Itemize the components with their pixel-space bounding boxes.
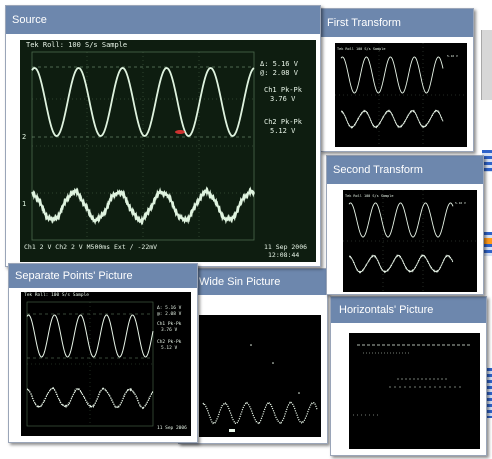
- first-transform-waveform: Tek Roll 100 S/s Sample 5.16 V: [335, 43, 467, 147]
- second-transform-waveform: Tek Roll 100 S/s Sample 5.16 V: [343, 190, 477, 292]
- scope-image: Tek Roll 100 S/s Sample 5.16 V: [343, 190, 477, 292]
- wide-sin-waveform: [202, 344, 318, 432]
- scope-readout: 3.76 V: [270, 95, 296, 103]
- window-wide-sin[interactable]: Wide Sin Picture: [178, 268, 328, 444]
- window-title[interactable]: First Transform: [321, 9, 473, 37]
- scope-footer: Ch1 2 V Ch2 2 V M500ms Ext ∕ -22mV: [24, 243, 158, 251]
- svg-text:5.16 V: 5.16 V: [447, 54, 458, 58]
- scope-readout: @: 2.08 V: [260, 69, 298, 77]
- scope-readout: 5.12 V: [161, 346, 178, 351]
- window-title[interactable]: Separate Points' Picture: [9, 264, 197, 288]
- scope-readout: Δ: 5.16 V: [260, 60, 298, 68]
- window-title[interactable]: Source: [6, 6, 320, 34]
- scope-image: [199, 315, 321, 437]
- scope-readout: 5.12 V: [270, 127, 296, 135]
- scope-readout: Ch1 Pk-Pk: [264, 86, 302, 94]
- horizontals-waveform: [353, 344, 471, 416]
- window-horizontals[interactable]: Horizontals' Picture: [330, 296, 487, 456]
- scope-readout: 3.76 V: [161, 328, 178, 333]
- scope-readout: Ch2 Pk-Pk: [157, 340, 182, 345]
- svg-text:Tek Roll 100 S/s Sample: Tek Roll 100 S/s Sample: [337, 47, 385, 51]
- window-title[interactable]: Horizontals' Picture: [331, 297, 486, 323]
- scope-header: Tek Roll: 100 S/s Sample: [24, 293, 90, 298]
- window-title[interactable]: Wide Sin Picture: [179, 269, 327, 295]
- window-title[interactable]: Second Transform: [327, 156, 483, 184]
- scope-image: 1 2 Tek Roll: 100 S/s Sample Δ: 5.16 V @…: [20, 40, 316, 262]
- scope-readout: Δ: 5.16 V: [157, 306, 182, 311]
- window-first-transform[interactable]: First Transform Tek Roll 100 S/s Sample …: [320, 8, 474, 152]
- scope-readout: @: 2.08 V: [157, 312, 182, 317]
- scope-date: 11 Sep 2006: [264, 243, 308, 251]
- scope-image: [349, 333, 480, 449]
- window-separate-points[interactable]: Separate Points' Picture Tek Roll: 100 S…: [8, 263, 198, 443]
- svg-text:5.16 V: 5.16 V: [455, 201, 466, 205]
- scope-readout: Ch1 Pk-Pk: [157, 322, 182, 327]
- svg-text:1: 1: [22, 200, 26, 208]
- scope-time: 12:08:44: [268, 251, 300, 259]
- scope-image: Tek Roll: 100 S/s Sample Δ: 5.16 V @: 2.…: [21, 292, 191, 436]
- scope-date: 11 Sep 2006: [157, 426, 187, 431]
- scope-image: Tek Roll 100 S/s Sample 5.16 V: [335, 43, 467, 147]
- window-source[interactable]: Source 1 2 Tek Roll: 100 S/s Sample Δ: 5…: [5, 5, 321, 267]
- svg-text:2: 2: [22, 133, 26, 141]
- scope-header: Tek Roll: 100 S/s Sample: [26, 41, 128, 49]
- scope-readout: Ch2 Pk-Pk: [264, 118, 302, 126]
- svg-text:Tek Roll 100 S/s Sample: Tek Roll 100 S/s Sample: [345, 194, 393, 198]
- window-second-transform[interactable]: Second Transform Tek Roll 100 S/s Sample…: [326, 155, 484, 295]
- background-scrollbar[interactable]: [481, 30, 492, 100]
